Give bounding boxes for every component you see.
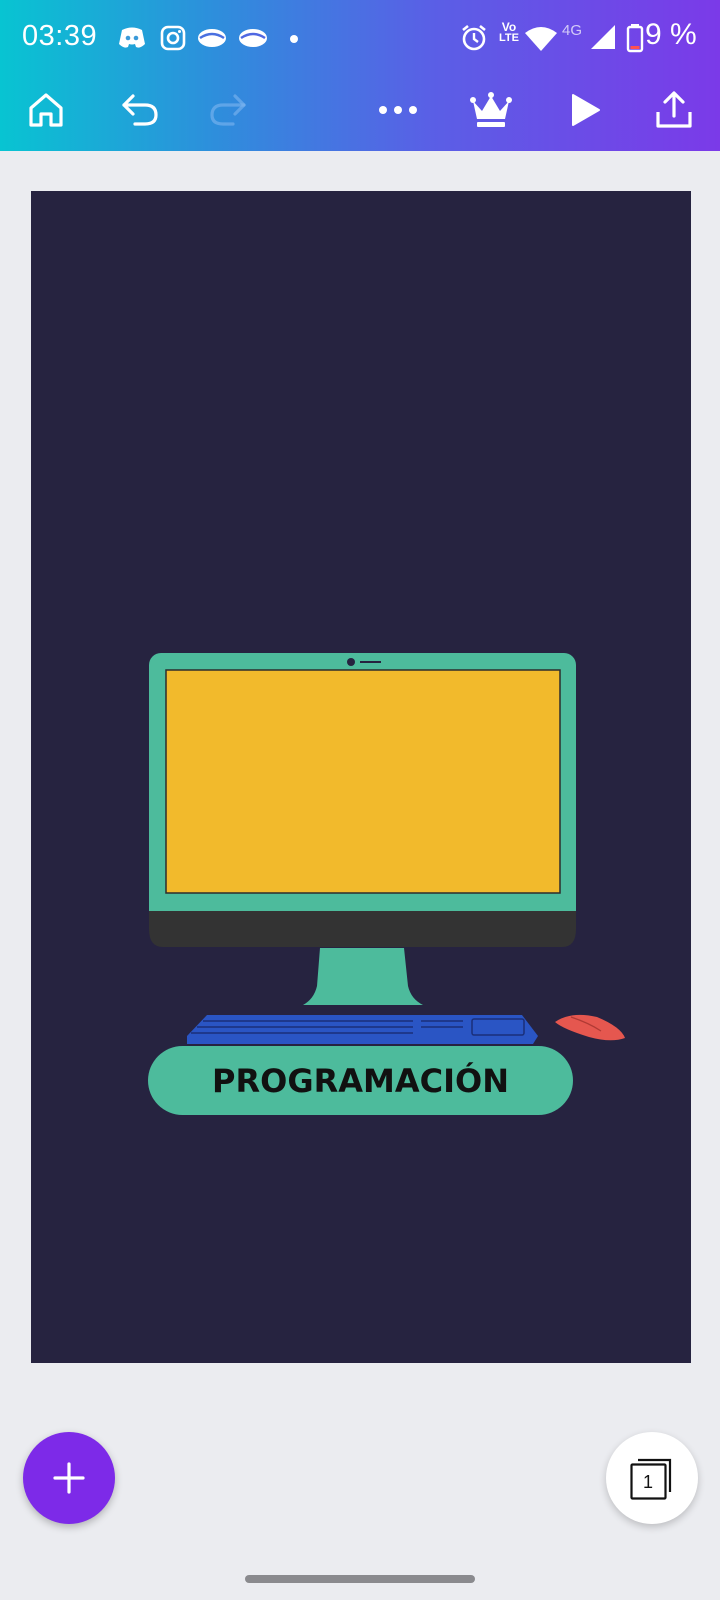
undo-icon bbox=[122, 94, 158, 126]
present-button[interactable] bbox=[557, 82, 613, 138]
monitor-bezel bbox=[149, 911, 576, 947]
volte-label-bottom: LTE bbox=[499, 32, 519, 44]
add-element-button[interactable] bbox=[23, 1432, 115, 1524]
monitor-stand bbox=[303, 948, 423, 1005]
redo-icon bbox=[210, 94, 246, 126]
top-bar: 03:39 Vo LTE 4G 9 % bbox=[0, 0, 720, 151]
premium-button[interactable] bbox=[463, 82, 519, 138]
pages-count: 1 bbox=[642, 1471, 653, 1492]
home-icon bbox=[29, 93, 63, 127]
share-button[interactable] bbox=[646, 82, 702, 138]
more-icon bbox=[379, 106, 417, 114]
plus-icon bbox=[53, 1462, 85, 1494]
volte-icon: Vo LTE bbox=[495, 21, 523, 44]
discord-icon bbox=[119, 27, 145, 48]
home-indicator[interactable] bbox=[245, 1575, 475, 1583]
editor-toolbar bbox=[0, 76, 720, 151]
camera-bar bbox=[360, 661, 381, 663]
battery-icon bbox=[626, 24, 644, 53]
instagram-icon bbox=[160, 25, 186, 51]
design-title-pill[interactable]: PROGRAMACIÓN bbox=[148, 1046, 573, 1115]
redo-button[interactable] bbox=[200, 82, 256, 138]
alarm-icon bbox=[462, 24, 486, 51]
play-icon bbox=[572, 94, 600, 126]
eye-icon bbox=[198, 29, 226, 47]
camera-icon bbox=[347, 658, 355, 666]
crown-icon bbox=[470, 92, 512, 127]
pages-icon: 1 bbox=[630, 1456, 674, 1500]
design-title[interactable]: PROGRAMACIÓN bbox=[212, 1062, 509, 1100]
pages-button[interactable]: 1 bbox=[606, 1432, 698, 1524]
battery-percentage: 9 % bbox=[645, 18, 697, 51]
share-icon bbox=[656, 91, 692, 128]
more-options-button[interactable] bbox=[370, 82, 426, 138]
signal-icon bbox=[591, 25, 615, 49]
home-button[interactable] bbox=[18, 82, 74, 138]
eye-icon bbox=[239, 29, 267, 47]
design-canvas[interactable]: PROGRAMACIÓN bbox=[31, 191, 691, 1363]
status-time: 03:39 bbox=[22, 20, 98, 52]
computer-illustration[interactable] bbox=[31, 191, 691, 1363]
network-type: 4G bbox=[562, 22, 583, 39]
undo-button[interactable] bbox=[112, 82, 168, 138]
wifi-icon bbox=[525, 27, 557, 51]
monitor-screen bbox=[165, 669, 561, 894]
mouse bbox=[555, 1014, 625, 1041]
status-bar: 03:39 Vo LTE 4G 9 % bbox=[0, 0, 720, 76]
dot-icon bbox=[290, 35, 298, 43]
